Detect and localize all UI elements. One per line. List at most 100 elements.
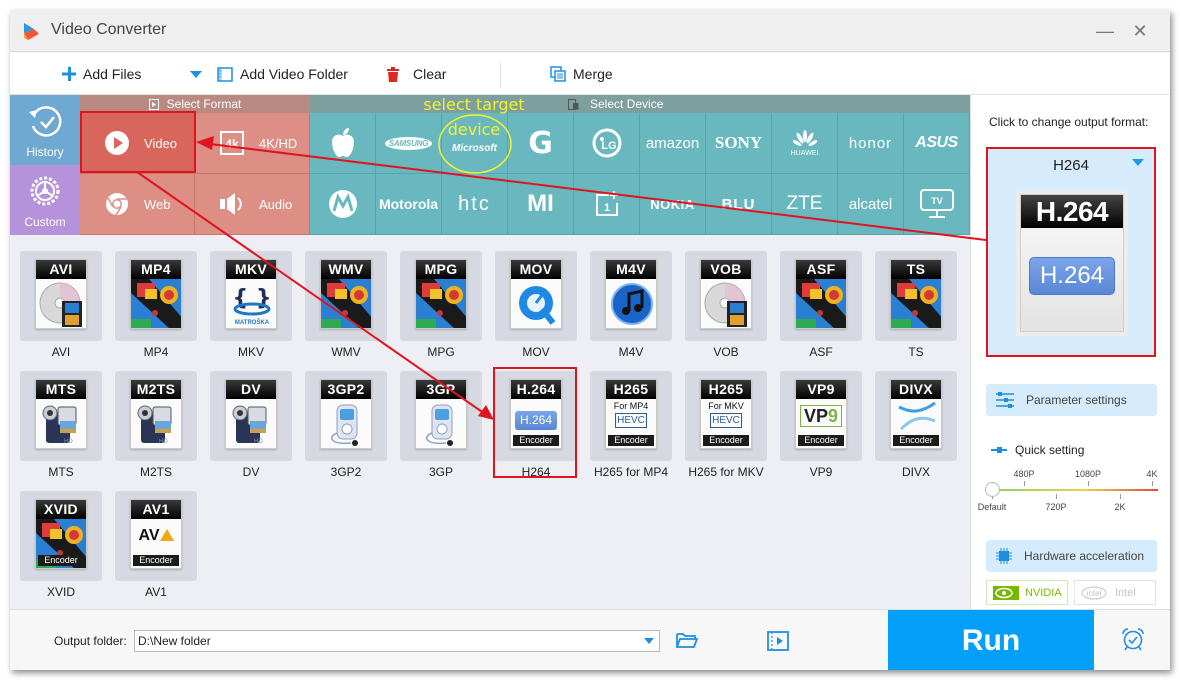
format-tile-ts[interactable]: TS TS xyxy=(875,251,970,366)
format-tile-mp4[interactable]: MP4 MP4 xyxy=(115,251,210,366)
device-mi[interactable]: MI xyxy=(508,174,574,235)
output-folder-dropdown[interactable] xyxy=(639,631,659,651)
device-htc[interactable]: htc xyxy=(442,174,508,235)
history-tab[interactable]: History xyxy=(10,95,80,165)
hardware-acceleration-button[interactable]: Hardware acceleration xyxy=(986,540,1157,572)
device-honor[interactable]: honor xyxy=(838,113,904,174)
format-tile-divx[interactable]: DIVX Encoder DIVX xyxy=(875,371,970,486)
format-tile-h265-for-mp4[interactable]: H265 For MP4 HEVC Encoder H265 for MP4 xyxy=(590,371,685,486)
category-web[interactable]: Web xyxy=(80,174,195,235)
quality-level-label[interactable]: 2K xyxy=(1114,502,1125,512)
format-tile-mkv[interactable]: MKV{ } MATROŠKA MKV xyxy=(210,251,305,366)
run-button[interactable]: Run xyxy=(888,610,1094,670)
format-tile-mov[interactable]: MOV MOV xyxy=(495,251,590,366)
open-folder-button[interactable] xyxy=(676,632,699,654)
device-zte[interactable]: ZTE xyxy=(772,174,838,235)
huawei-logo-icon xyxy=(792,129,817,146)
device-oneplus[interactable]: 1 xyxy=(574,174,640,235)
quality-level-label[interactable]: Default xyxy=(978,502,1007,512)
format-tile-asf[interactable]: ASF ASF xyxy=(780,251,875,366)
format-tile-vob[interactable]: VOB VOB xyxy=(685,251,780,366)
quality-level-label[interactable]: 1080P xyxy=(1075,469,1101,479)
custom-tab[interactable]: Custom xyxy=(10,165,80,235)
device-sony-label: SONY xyxy=(714,133,763,152)
format-label: MTS xyxy=(48,465,74,479)
device-asus[interactable]: ASUS xyxy=(904,113,970,174)
category-audio[interactable]: Audio xyxy=(195,174,310,235)
quality-level-label[interactable]: 720P xyxy=(1045,502,1066,512)
format-tile-dv[interactable]: DV HD DV xyxy=(210,371,305,486)
device-google[interactable]: G xyxy=(508,113,574,174)
toolbar-divider xyxy=(500,62,501,88)
format-badge: TS xyxy=(891,260,941,279)
format-badge: H265 xyxy=(606,380,656,399)
device-samsung-label: SAMSUNG xyxy=(384,136,433,150)
nvidia-logo-icon xyxy=(993,585,1019,600)
balloon-art-icon xyxy=(796,279,846,328)
selected-format-highlight xyxy=(493,367,577,478)
clear-button[interactable]: Clear xyxy=(387,63,446,85)
device-nokia[interactable]: NOKIA xyxy=(640,174,706,235)
intel-toggle[interactable]: intel Intel xyxy=(1074,580,1156,605)
device-lenovo[interactable]: Motorola xyxy=(376,174,442,235)
output-panel: Click to change output format: H264 H.26… xyxy=(970,95,1170,609)
schedule-button[interactable] xyxy=(1120,627,1146,656)
add-files-dropdown[interactable] xyxy=(190,63,202,85)
format-label: 3GP xyxy=(428,465,453,479)
device-sony[interactable]: SONY xyxy=(706,113,772,174)
open-output-video-button[interactable] xyxy=(767,631,789,656)
device-samsung[interactable]: SAMSUNG xyxy=(376,113,442,174)
device-microsoft[interactable]: Microsoft xyxy=(442,113,508,174)
alarm-clock-icon xyxy=(1122,628,1144,651)
close-button[interactable]: ✕ xyxy=(1125,18,1155,44)
quality-level-label[interactable]: 4K xyxy=(1146,469,1157,479)
device-tv[interactable]: TV xyxy=(904,174,970,235)
format-tile-3gp2[interactable]: 3GP2 3GP2 xyxy=(305,371,400,486)
quick-setting-heading: Quick setting xyxy=(991,443,1084,457)
output-format-selector[interactable]: H264 H.264 H.264 xyxy=(986,147,1156,357)
mp3player-art-icon xyxy=(321,399,371,448)
category-video[interactable]: Video xyxy=(80,113,195,174)
nvidia-toggle[interactable]: NVIDIA xyxy=(986,580,1068,605)
format-pill: HEVC xyxy=(615,413,647,428)
device-alcatel[interactable]: alcatel xyxy=(838,174,904,235)
device-mi-label: MI xyxy=(527,190,554,217)
format-icon: MKV{ } MATROŠKA xyxy=(225,259,277,329)
format-tile-vp9[interactable]: VP9 VP9 Encoder VP9 xyxy=(780,371,875,486)
minimize-button[interactable]: — xyxy=(1090,18,1120,44)
output-format-pill: H.264 xyxy=(1029,257,1115,295)
device-huawei[interactable]: HUAWEI xyxy=(772,113,838,174)
format-tile-wmv[interactable]: WMV WMV xyxy=(305,251,400,366)
device-blu[interactable]: BLU xyxy=(706,174,772,235)
format-tile-mts[interactable]: MTS HD MTS xyxy=(20,371,115,486)
quality-level-label[interactable]: 480P xyxy=(1013,469,1034,479)
device-amazon[interactable]: amazon xyxy=(640,113,706,174)
format-tile-h265-for-mkv[interactable]: H265 For MKV HEVC Encoder H265 for MKV xyxy=(685,371,780,486)
format-tile-avi[interactable]: AVI AVI xyxy=(20,251,115,366)
format-icon: AV1 AV Encoder xyxy=(130,499,182,569)
format-tile-mpg[interactable]: MPG MPG xyxy=(400,251,495,366)
format-tile-m2ts[interactable]: M2TS HD M2TS xyxy=(115,371,210,486)
lg-logo-icon: LG xyxy=(592,128,621,158)
device-lg[interactable]: LG xyxy=(574,113,640,174)
quality-slider[interactable]: Default 480P 720P 1080P 2K 4K xyxy=(978,467,1158,517)
divx-logo-icon xyxy=(898,401,936,431)
quality-slider-knob[interactable] xyxy=(985,482,1000,497)
select-device-header: Select Device xyxy=(310,95,970,113)
merge-button[interactable]: Merge xyxy=(550,63,613,85)
device-motorola[interactable] xyxy=(310,174,376,235)
add-files-button[interactable]: Add Files xyxy=(62,63,141,85)
format-tile-m4v[interactable]: M4V M4V xyxy=(590,251,685,366)
quality-slider-track[interactable] xyxy=(992,489,1158,491)
format-tile-xvid[interactable]: XVID Encoder XVID xyxy=(20,491,115,606)
format-tile-av1[interactable]: AV1 AV Encoder AV1 xyxy=(115,491,210,606)
format-tile-3gp[interactable]: 3GP 3GP xyxy=(400,371,495,486)
output-folder-input[interactable]: D:\New folder xyxy=(134,630,660,652)
device-apple[interactable] xyxy=(310,113,376,174)
format-tile-h264[interactable]: H.264 H.264 Encoder H264 xyxy=(493,367,590,486)
add-video-folder-button[interactable]: Add Video Folder xyxy=(217,63,348,85)
format-label: MOV xyxy=(522,345,550,359)
parameter-settings-button[interactable]: Parameter settings xyxy=(986,384,1157,416)
matroska-art-icon: { } MATROŠKA xyxy=(226,279,276,328)
category-4k-hd[interactable]: 4k 4K/HD xyxy=(195,113,310,174)
